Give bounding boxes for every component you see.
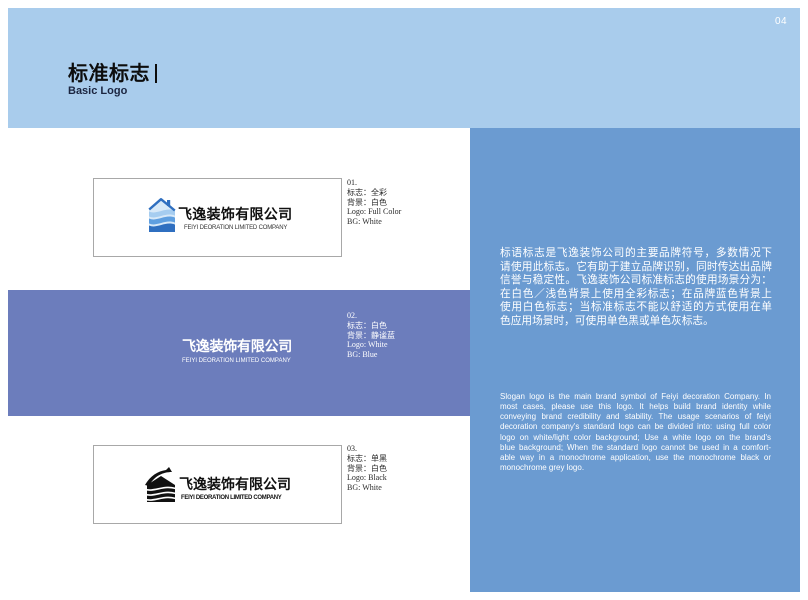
caption-logo-en: Logo: Black (347, 473, 387, 483)
logo-box-white: 飞逸装饰有限公司 FEIYI DEORATION LIMITED COMPANY (93, 178, 342, 257)
caption-index: 03. (347, 444, 357, 453)
description-en: Slogan logo is the main brand symbol of … (500, 392, 771, 473)
caption-bg-en: BG: White (347, 217, 382, 227)
caption-bg-en: BG: Blue (347, 350, 378, 360)
description-en-line: most cases, please use this logo. It hel… (500, 402, 771, 412)
caption-logo-cn: 标志：白色 (347, 320, 387, 330)
description-en-line: logo on white/light color background; Us… (500, 432, 771, 442)
logo-caption: 03. 标志：单黑 背景：白色 Logo: Black BG: White (347, 444, 387, 493)
caption-bg-en: BG: White (347, 483, 382, 493)
description-cn-line: 信誉与稳定性。飞逸装饰公司标准标志的使用场景分为： (500, 273, 772, 287)
page-subtitle: Basic Logo (68, 85, 128, 97)
logo-caption: 01. 标志：全彩 背景：白色 Logo: Full Color BG: Whi… (347, 178, 401, 227)
caption-logo-en: Logo: White (347, 340, 388, 350)
description-en-line: blue background; When the standard logo … (500, 442, 771, 452)
caption-bg-cn: 背景：白色 (347, 463, 387, 473)
icon-chimney (167, 200, 171, 206)
logo-box-white: 飞逸装饰有限公司 FEIYI DEORATION LIMITED COMPANY (93, 445, 342, 524)
description-panel: 标语标志是飞逸装饰公司的主要品牌符号，多数情况下 请使用此标志。它有助于建立品牌… (470, 128, 800, 592)
logo-name-en: FEIYI DEORATION LIMITED COMPANY (182, 357, 291, 364)
description-cn-line: 标语标志是飞逸装饰公司的主要品牌符号，多数情况下 (500, 246, 772, 259)
caption-logo-cn: 标志：全彩 (347, 187, 387, 197)
description-cn-line: 请使用此标志。它有助于建立品牌识别，同时传达出品牌 (500, 259, 772, 273)
icon-wave-body (149, 199, 175, 232)
description-cn-line: 使用白色标志；当标准标志不能以舒适的方式使用在单 (500, 300, 772, 314)
caption-index: 02. (347, 311, 357, 320)
caption-logo-en: Logo: Full Color (347, 207, 402, 217)
logo-band-blue: 飞逸装饰有限公司 FEIYI DEORATION LIMITED COMPANY (8, 290, 470, 416)
caption-bg-cn: 背景：白色 (347, 197, 387, 207)
description-cn-line: 色应用场景时，可使用单色黑或单色灰标志。 (500, 313, 714, 327)
logo-name-en: FEIYI DEORATION LIMITED COMPANY (181, 494, 282, 501)
title-divider (155, 63, 157, 83)
logo-name-cn: 飞逸装饰有限公司 (179, 477, 291, 493)
description-en-line: conveying brand credibility and stabilit… (500, 412, 771, 422)
description-en-line: Slogan logo is the main brand symbol of … (500, 392, 771, 401)
description-en-line: monochrome grey logo. (500, 462, 585, 472)
house-wave-icon (148, 198, 176, 232)
logo-caption: 02. 标志：白色 背景：静谧蓝 Logo: White BG: Blue (347, 311, 395, 360)
description-en-line: able way in a monochrome application, us… (500, 452, 771, 462)
page-title: 标准标志 (68, 61, 150, 85)
caption-logo-cn: 标志：单黑 (347, 453, 387, 463)
logo-name-cn: 飞逸装饰有限公司 (182, 339, 292, 355)
description-en-line: decoration company's standard logo can b… (500, 422, 771, 432)
page-title-group: 标准标志 (68, 61, 157, 85)
logo-name-cn: 飞逸装饰有限公司 (178, 207, 293, 223)
caption-index: 01. (347, 178, 357, 187)
house-wave-icon-black (145, 467, 175, 502)
caption-bg-cn: 背景：静谧蓝 (347, 330, 395, 340)
page-number: 04 (775, 16, 787, 27)
logo-name-en: FEIYI DEORATION LIMITED COMPANY (184, 224, 288, 231)
description-cn-line: 在白色／浅色背景上使用全彩标志；在品牌蓝色背景上 (500, 286, 772, 300)
description-cn: 标语标志是飞逸装饰公司的主要品牌符号，多数情况下 请使用此标志。它有助于建立品牌… (500, 246, 772, 328)
